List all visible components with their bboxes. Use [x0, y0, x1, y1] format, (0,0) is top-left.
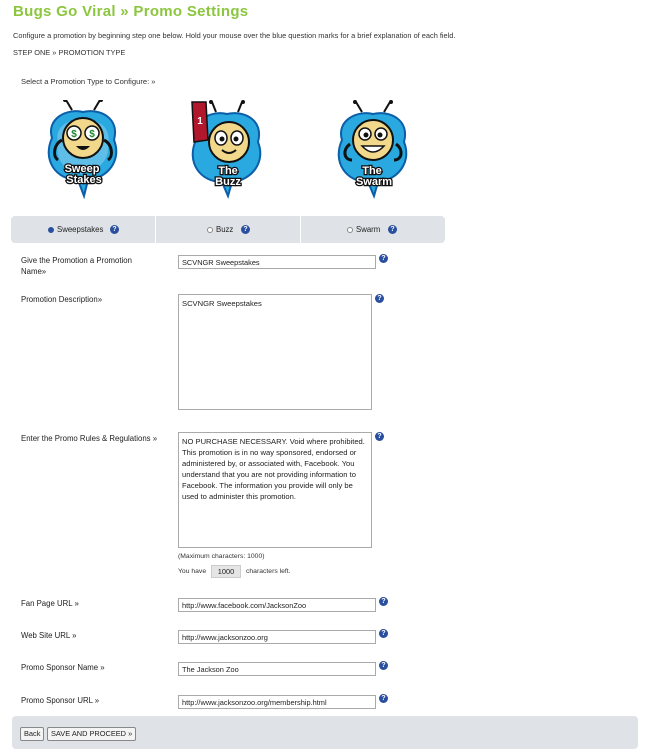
max-characters-note: (Maximum characters: 1000)	[178, 553, 265, 560]
buzz-bug-icon: 1 The Buzz	[191, 100, 262, 199]
sponsor-url-help-icon[interactable]: ?	[379, 694, 388, 703]
sweepstakes-bug-icon: $ $ Sweep Stakes	[47, 98, 118, 200]
sponsor-name-help-icon[interactable]: ?	[379, 661, 388, 670]
tab-sweepstakes[interactable]: Sweepstakes ?	[11, 216, 155, 243]
sponsor-name-label: Promo Sponsor Name »	[21, 663, 105, 672]
promo-name-label: Give the Promotion a Promotion Name»	[21, 256, 132, 276]
characters-remaining-counter: 1000	[211, 565, 241, 578]
swarm-word2: Swarm	[356, 176, 392, 188]
sponsor-name-input[interactable]	[178, 662, 376, 676]
tab-swarm[interactable]: Swarm ?	[301, 216, 445, 243]
promo-name-help-icon[interactable]: ?	[379, 254, 388, 263]
swarm-radio[interactable]	[347, 226, 353, 233]
sponsor-url-label: Promo Sponsor URL »	[21, 696, 100, 705]
svg-text:$: $	[89, 129, 95, 140]
buzz-help-icon[interactable]: ?	[241, 225, 250, 234]
svg-text:$: $	[71, 129, 77, 140]
swarm-logo[interactable]: The Swarm	[328, 100, 418, 210]
rules-textarea[interactable]: NO PURCHASE NECESSARY. Void where prohib…	[178, 432, 372, 548]
save-and-proceed-button[interactable]: SAVE AND PROCEED »	[47, 727, 137, 741]
swarm-help-icon[interactable]: ?	[388, 225, 397, 234]
rules-label: Enter the Promo Rules & Regulations »	[21, 434, 158, 443]
fan-page-url-label: Fan Page URL »	[21, 599, 79, 608]
buzz-logo[interactable]: 1 The Buzz	[182, 100, 272, 210]
sweepstakes-help-icon[interactable]: ?	[110, 225, 119, 234]
promo-name-input[interactable]	[178, 255, 376, 269]
rules-help-icon[interactable]: ?	[375, 432, 384, 441]
description-label: Promotion Description»	[21, 295, 103, 304]
instructions-text: Configure a promotion by beginning step …	[13, 31, 456, 40]
select-type-label: Select a Promotion Type to Configure: »	[21, 77, 156, 86]
sweepstakes-logo[interactable]: $ $ Sweep Stakes	[38, 98, 128, 210]
sweepstakes-label: Sweepstakes	[57, 225, 104, 234]
fan-page-url-input[interactable]	[178, 598, 376, 612]
description-textarea[interactable]: SCVNGR Sweepstakes	[178, 294, 372, 410]
sweepstakes-word2: Stakes	[66, 174, 101, 186]
web-site-url-help-icon[interactable]: ?	[379, 629, 388, 638]
swarm-label: Swarm	[356, 225, 381, 234]
buzz-word2: Buzz	[215, 176, 241, 188]
sponsor-url-input[interactable]	[178, 695, 376, 709]
svg-text:1: 1	[197, 116, 203, 127]
characters-left-text: characters left.	[246, 568, 291, 575]
back-button[interactable]: Back	[20, 727, 45, 741]
tab-buzz[interactable]: Buzz ?	[156, 216, 300, 243]
web-site-url-input[interactable]	[178, 630, 376, 644]
buzz-label: Buzz	[216, 225, 234, 234]
swarm-bug-icon: The Swarm	[337, 100, 408, 199]
fan-page-url-help-icon[interactable]: ?	[379, 597, 388, 606]
sweepstakes-radio[interactable]	[48, 226, 54, 233]
step-one-heading: STEP ONE » PROMOTION TYPE	[13, 48, 126, 57]
you-have-text: You have	[178, 568, 207, 575]
buzz-radio[interactable]	[207, 226, 213, 233]
description-help-icon[interactable]: ?	[375, 294, 384, 303]
page-title: Bugs Go Viral » Promo Settings	[13, 3, 249, 20]
web-site-url-label: Web Site URL »	[21, 631, 77, 640]
